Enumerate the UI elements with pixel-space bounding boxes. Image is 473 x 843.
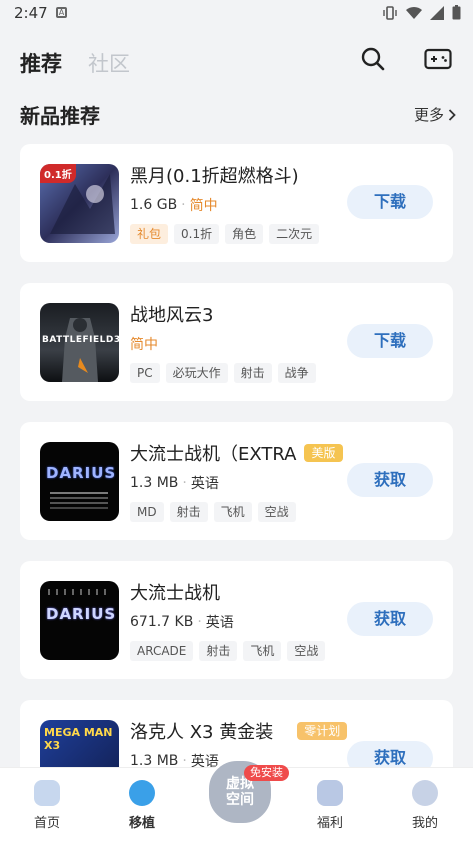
game-language: 英语 [190, 476, 219, 492]
status-icons [382, 5, 461, 20]
battery-icon [452, 5, 461, 20]
game-language: 英语 [205, 615, 234, 631]
welfare-icon [317, 780, 343, 806]
tag: 空战 [257, 502, 296, 522]
tag: 二次元 [269, 224, 320, 244]
tab-welfare-label: 福利 [316, 816, 343, 831]
tab-welfare[interactable]: 福利 [300, 780, 360, 831]
game-meta: 简中 [130, 334, 158, 354]
game-meta: 671.7 KB · 英语 [130, 614, 234, 631]
game-size: 1.3 MB [130, 475, 179, 491]
tag: 角色 [225, 224, 264, 244]
tab-home[interactable]: 首页 [17, 780, 77, 831]
signal-icon [430, 5, 444, 20]
more-link[interactable]: 更多 [414, 104, 456, 125]
game-size: 671.7 KB [130, 614, 194, 630]
sim-icon: A [56, 7, 67, 18]
profile-icon [412, 780, 438, 806]
tab-mine[interactable]: 我的 [395, 780, 455, 831]
game-cover: BATTLEFIELD3 [40, 303, 119, 382]
search-button[interactable] [358, 44, 388, 74]
game-name: 洛克人 X3 黄金装 零计划 [130, 718, 348, 744]
status-time: 2:47 [14, 4, 48, 22]
game-card[interactable]: DARIUS 大流士战机 671.7 KB · 英语 ARCADE 射击 飞机 空战… [20, 561, 453, 679]
game-name: 战地风云3 [130, 305, 214, 326]
game-language: 简中 [189, 198, 218, 214]
cover-title: BATTLEFIELD3 [42, 335, 119, 345]
tab-port-label: 移植 [128, 816, 155, 831]
tag: 射击 [199, 641, 238, 661]
download-button[interactable]: 下载 [347, 185, 433, 219]
tag: 0.1折 [174, 224, 220, 244]
cover-title: MEGA MAN X3 [44, 726, 113, 752]
tab-home-label: 首页 [33, 816, 60, 831]
tag: ARCADE [130, 641, 194, 661]
download-button[interactable]: 下载 [347, 324, 433, 358]
search-icon [361, 47, 385, 71]
game-name: 大流士战机 [130, 583, 220, 604]
get-button[interactable]: 获取 [347, 602, 433, 636]
tab-port[interactable]: 移植 [112, 780, 172, 831]
tag: 礼包 [130, 224, 169, 244]
port-icon [129, 780, 155, 806]
cover-title: DARIUS [46, 605, 117, 623]
cover-title: DARIUS [46, 464, 117, 482]
home-icon [34, 780, 60, 806]
plan-badge: 零计划 [297, 722, 348, 740]
tag: MD [130, 502, 164, 522]
get-button[interactable]: 获取 [347, 463, 433, 497]
tag: 飞机 [213, 502, 252, 522]
game-card[interactable]: 0.1折 黑月(0.1折超燃格斗) 1.6 GB · 简中 礼包 0.1折 角色 二… [20, 144, 453, 262]
gamepad-icon [424, 48, 452, 70]
game-cover: DARIUS [40, 581, 119, 660]
top-bar: 推荐 社区 [0, 26, 473, 96]
game-cover: 0.1折 [40, 164, 119, 243]
install-free-badge: 免安装 [244, 765, 289, 781]
game-meta: 1.3 MB · 英语 [130, 475, 219, 492]
game-tags: 礼包 0.1折 角色 二次元 [130, 224, 320, 244]
tab-recommend[interactable]: 推荐 [20, 48, 62, 78]
game-tags: ARCADE 射击 飞机 空战 [130, 641, 326, 661]
game-language: 简中 [130, 337, 158, 353]
game-tags: PC 必玩大作 射击 战争 [130, 363, 316, 383]
game-name: 大流士战机（EXTRA 美版 [130, 440, 343, 466]
tab-community[interactable]: 社区 [88, 48, 130, 78]
tag: 战争 [277, 363, 316, 383]
tag: 空战 [287, 641, 326, 661]
game-cover: DARIUS [40, 442, 119, 521]
tag: PC [130, 363, 160, 383]
section-header: 新品推荐 更多 [20, 100, 456, 130]
cover-stars [48, 589, 110, 595]
chevron-right-icon [448, 108, 456, 121]
cover-lines [50, 492, 108, 494]
game-tags: MD 射击 飞机 空战 [130, 502, 296, 522]
bottom-tab-bar: 首页 移植 虚拟 空间 免安装 福利 我的 [0, 758, 473, 843]
game-name: 黑月(0.1折超燃格斗) [130, 166, 299, 187]
game-meta: 1.6 GB · 简中 [130, 197, 218, 214]
vibrate-icon [383, 5, 397, 20]
tag: 飞机 [243, 641, 282, 661]
more-label: 更多 [413, 106, 444, 124]
status-bar: 2:47 A [0, 0, 473, 26]
game-card[interactable]: BATTLEFIELD3 战地风云3 简中 PC 必玩大作 射击 战争 下载 [20, 283, 453, 401]
game-controller-button[interactable] [423, 44, 453, 74]
game-size: 1.6 GB [130, 197, 178, 213]
tag: 射击 [233, 363, 272, 383]
region-badge: 美版 [304, 444, 343, 462]
tab-mine-label: 我的 [411, 816, 438, 831]
section-title: 新品推荐 [20, 104, 100, 128]
game-card[interactable]: DARIUS 大流士战机（EXTRA 美版 1.3 MB · 英语 MD 射击 飞机 … [20, 422, 453, 540]
cover-discount-label: 0.1折 [40, 164, 76, 183]
tag: 射击 [169, 502, 208, 522]
tag: 必玩大作 [165, 363, 228, 383]
wifi-icon [406, 6, 422, 19]
